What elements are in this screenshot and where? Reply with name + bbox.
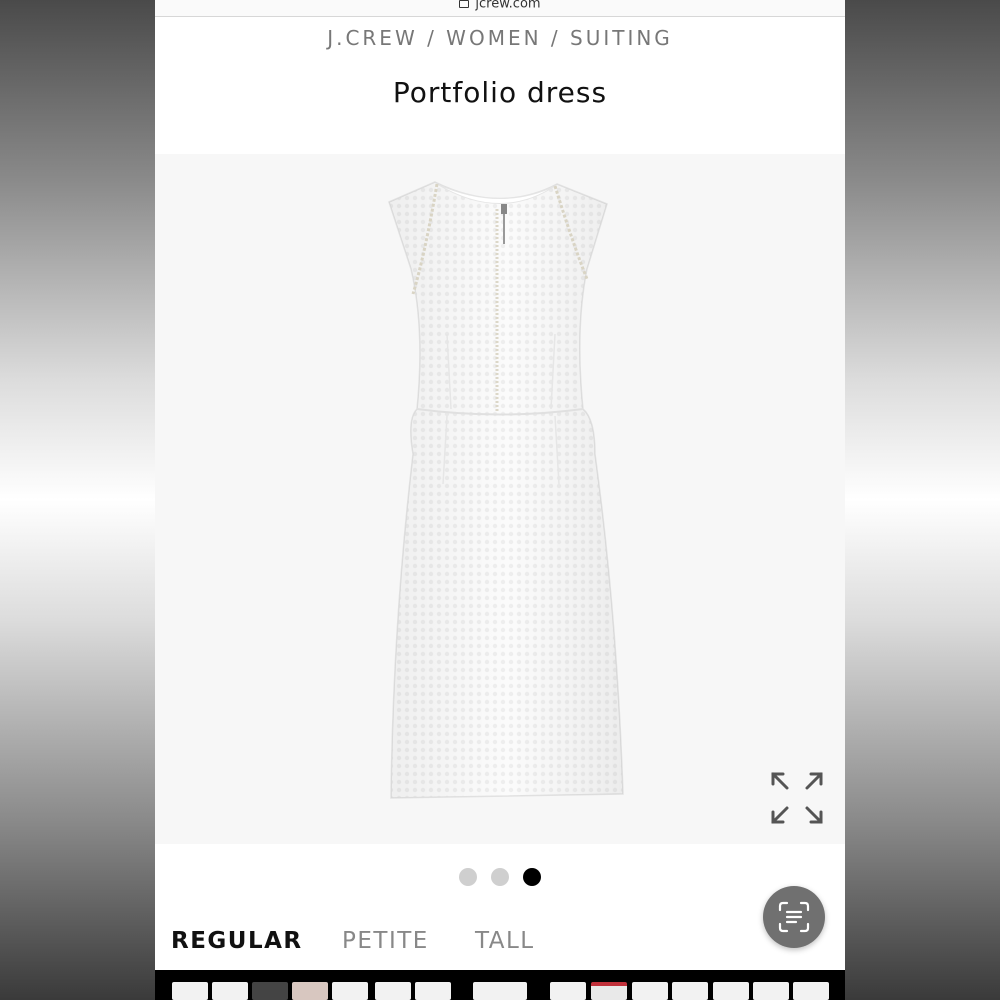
breadcrumb-women[interactable]: WOMEN xyxy=(446,26,541,50)
thumbnail[interactable] xyxy=(473,982,527,1000)
product-title: Portfolio dress xyxy=(392,76,608,109)
breadcrumb-suiting[interactable]: SUITING xyxy=(570,26,673,50)
thumbnail[interactable] xyxy=(332,982,368,1000)
product-image[interactable] xyxy=(155,154,845,844)
breadcrumb: J.CREW / WOMEN / SUITING xyxy=(155,26,845,50)
thumbnail[interactable] xyxy=(713,982,749,1000)
thumbnail[interactable] xyxy=(212,982,248,1000)
carousel-dot[interactable] xyxy=(491,868,509,886)
thumbnail[interactable] xyxy=(591,982,627,1000)
url-text: jcrew.com xyxy=(475,0,541,12)
thumbnail[interactable] xyxy=(753,982,789,1000)
lock-icon xyxy=(459,0,470,8)
phone-screen: jcrew.com J.CREW / WOMEN / SUITING Portf… xyxy=(155,0,845,1000)
thumbnail[interactable] xyxy=(375,982,411,1000)
thumbnail[interactable] xyxy=(415,982,451,1000)
thumbnail[interactable] xyxy=(252,982,288,1000)
thumbnail[interactable] xyxy=(172,982,208,1000)
thumbnail[interactable] xyxy=(793,982,829,1000)
breadcrumb-brand[interactable]: J.CREW xyxy=(327,26,418,50)
tab-petite[interactable]: PETITE xyxy=(342,928,429,954)
browser-url-bar[interactable]: jcrew.com xyxy=(155,0,845,17)
breadcrumb-separator: / xyxy=(417,26,447,50)
thumbnail[interactable] xyxy=(672,982,708,1000)
tab-tall[interactable]: TALL xyxy=(475,928,535,954)
carousel-dots xyxy=(155,868,845,888)
tab-regular[interactable]: REGULAR xyxy=(171,928,303,954)
carousel-dot[interactable] xyxy=(459,868,477,886)
fit-tabs: REGULAR PETITE TALL xyxy=(155,928,845,960)
dress-photo-icon xyxy=(388,181,624,799)
breadcrumb-separator: / xyxy=(541,26,570,50)
thumbnail[interactable] xyxy=(632,982,668,1000)
carousel-dot-active[interactable] xyxy=(523,868,541,886)
thumbnail[interactable] xyxy=(292,982,328,1000)
thumbnail-strip xyxy=(155,970,845,1000)
thumbnail[interactable] xyxy=(550,982,586,1000)
expand-icon[interactable] xyxy=(767,768,827,828)
